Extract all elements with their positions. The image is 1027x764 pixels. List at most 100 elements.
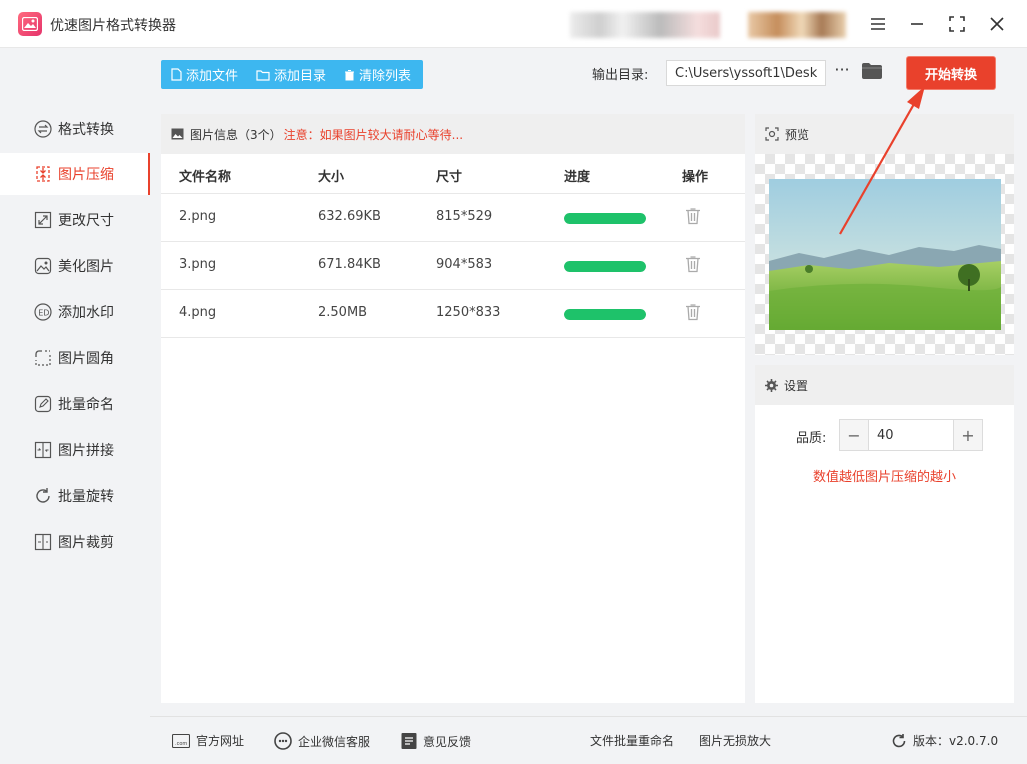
sidebar-item-beautify[interactable]: 美化图片 <box>0 245 150 287</box>
folder-outline-icon <box>256 69 270 81</box>
sidebar-item-label: 添加水印 <box>58 305 114 321</box>
table-row[interactable]: 2.png 632.69KB 815*529 <box>161 194 745 242</box>
title-bar: 优速图片格式转换器 <box>0 0 1027 48</box>
wechat-support-link[interactable]: 企业微信客服 <box>274 732 370 750</box>
app-logo <box>18 12 42 36</box>
scan-icon <box>765 127 779 141</box>
file-list-title: 图片信息 <box>190 127 239 142</box>
website-icon: .com <box>172 733 190 748</box>
sidebar-item-label: 更改尺寸 <box>58 213 114 229</box>
close-icon[interactable] <box>985 12 1009 36</box>
quality-increment-button[interactable]: + <box>954 420 982 450</box>
sidebar-item-stitch[interactable]: 图片拼接 <box>0 429 150 471</box>
sidebar-item-label: 图片圆角 <box>58 351 114 367</box>
sidebar-item-watermark[interactable]: ED 添加水印 <box>0 291 150 333</box>
feedback-link[interactable]: 意见反馈 <box>401 732 471 750</box>
preview-panel: 预览 <box>755 114 1014 355</box>
progress-bar <box>564 213 646 224</box>
settings-title: 设置 <box>784 378 809 393</box>
maximize-icon[interactable] <box>945 12 969 36</box>
quality-label: 品质: <box>796 431 827 446</box>
feedback-icon <box>401 733 417 749</box>
open-folder-icon[interactable] <box>861 62 885 84</box>
minimize-icon[interactable] <box>905 12 929 36</box>
start-convert-button[interactable]: 开始转换 <box>907 57 995 89</box>
sidebar-item-label: 图片裁剪 <box>58 535 114 551</box>
file-dims: 904*583 <box>436 257 493 272</box>
svg-text:.com: .com <box>175 741 187 747</box>
footer: .com 官方网址 企业微信客服 意见反馈 文件批量重命名 图片无损放大 版本：… <box>150 716 1027 764</box>
sidebar-item-label: 批量命名 <box>58 397 114 413</box>
progress-bar <box>564 261 646 272</box>
beautify-icon <box>34 257 52 275</box>
lossless-enlarge-link[interactable]: 图片无损放大 <box>699 732 771 749</box>
quality-tip: 数值越低图片压缩的越小 <box>812 470 956 485</box>
add-file-label: 添加文件 <box>186 69 239 84</box>
table-row[interactable]: 3.png 671.84KB 904*583 <box>161 242 745 290</box>
quality-decrement-button[interactable]: − <box>840 420 868 450</box>
preview-image <box>769 179 1001 330</box>
rotate-icon <box>34 487 52 505</box>
refresh-icon <box>892 733 906 747</box>
clear-list-label: 清除列表 <box>359 69 412 84</box>
file-size: 2.50MB <box>318 305 368 320</box>
add-file-button[interactable]: 添加文件 <box>161 60 246 89</box>
vip-badge-blurred <box>748 12 846 38</box>
wechat-support-label: 企业微信客服 <box>298 734 371 749</box>
sidebar-item-format-convert[interactable]: 格式转换 <box>0 108 150 150</box>
lossless-enlarge-label: 图片无损放大 <box>699 734 772 748</box>
file-name: 3.png <box>179 257 217 272</box>
version-info[interactable]: 版本：v2.0.7.0 <box>891 732 998 749</box>
sidebar-item-round-corner[interactable]: 图片圆角 <box>0 337 150 379</box>
table-header: 文件名称 大小 尺寸 进度 操作 <box>161 154 745 194</box>
stitch-icon <box>34 441 52 459</box>
watermark-icon: ED <box>34 303 52 321</box>
file-size: 671.84KB <box>318 257 381 272</box>
more-options-button[interactable]: ··· <box>832 62 852 82</box>
delete-icon[interactable] <box>685 303 703 323</box>
user-info-blurred <box>570 12 720 38</box>
sidebar-item-crop[interactable]: 图片裁剪 <box>0 521 150 563</box>
preview-title: 预览 <box>785 127 810 142</box>
sidebar-item-rename[interactable]: 批量命名 <box>0 383 150 425</box>
svg-text:ED: ED <box>38 309 49 318</box>
column-header-progress: 进度 <box>564 170 591 185</box>
app-title: 优速图片格式转换器 <box>50 18 176 34</box>
sidebar-item-rotate[interactable]: 批量旋转 <box>0 475 150 517</box>
clear-list-button[interactable]: 清除列表 <box>334 60 419 89</box>
image-icon <box>171 128 184 140</box>
column-header-size: 大小 <box>318 170 345 185</box>
sidebar-item-label: 图片压缩 <box>58 167 114 183</box>
quality-input[interactable] <box>868 420 954 450</box>
sidebar-item-resize[interactable]: 更改尺寸 <box>0 199 150 241</box>
file-size: 632.69KB <box>318 209 381 224</box>
menu-icon[interactable] <box>866 12 890 36</box>
rename-icon <box>34 395 52 413</box>
feedback-label: 意见反馈 <box>423 734 472 749</box>
trash-icon <box>345 69 355 80</box>
sidebar: 格式转换 图片压缩 更改尺寸 美化图片 ED 添加水印 图片圆角 批量命名 图片… <box>0 48 150 716</box>
file-dims: 815*529 <box>436 209 493 224</box>
batch-rename-link[interactable]: 文件批量重命名 <box>590 732 674 749</box>
preview-header: 预览 <box>755 114 1014 154</box>
gear-icon <box>765 378 778 392</box>
delete-icon[interactable] <box>685 207 703 227</box>
column-header-dims: 尺寸 <box>436 170 463 185</box>
website-label: 官方网址 <box>196 734 245 748</box>
file-count: （3个） <box>238 127 282 142</box>
file-list-panel: 图片信息 （3个） 注意：如果图片较大请耐心等待... 文件名称 大小 尺寸 进… <box>161 114 745 703</box>
table-row[interactable]: 4.png 2.50MB 1250*833 <box>161 290 745 338</box>
chat-icon <box>274 732 292 750</box>
settings-header: 设置 <box>755 365 1014 405</box>
file-name: 2.png <box>179 209 217 224</box>
column-header-action: 操作 <box>682 170 709 185</box>
sidebar-item-label: 美化图片 <box>58 259 114 275</box>
output-dir-input[interactable] <box>666 60 826 86</box>
column-header-name: 文件名称 <box>179 170 232 185</box>
sidebar-item-compress[interactable]: 图片压缩 <box>0 153 150 195</box>
resize-icon <box>34 211 52 229</box>
add-directory-button[interactable]: 添加目录 <box>246 60 334 89</box>
website-link[interactable]: .com 官方网址 <box>172 732 244 749</box>
sidebar-item-label: 批量旋转 <box>58 489 114 505</box>
delete-icon[interactable] <box>685 255 703 275</box>
